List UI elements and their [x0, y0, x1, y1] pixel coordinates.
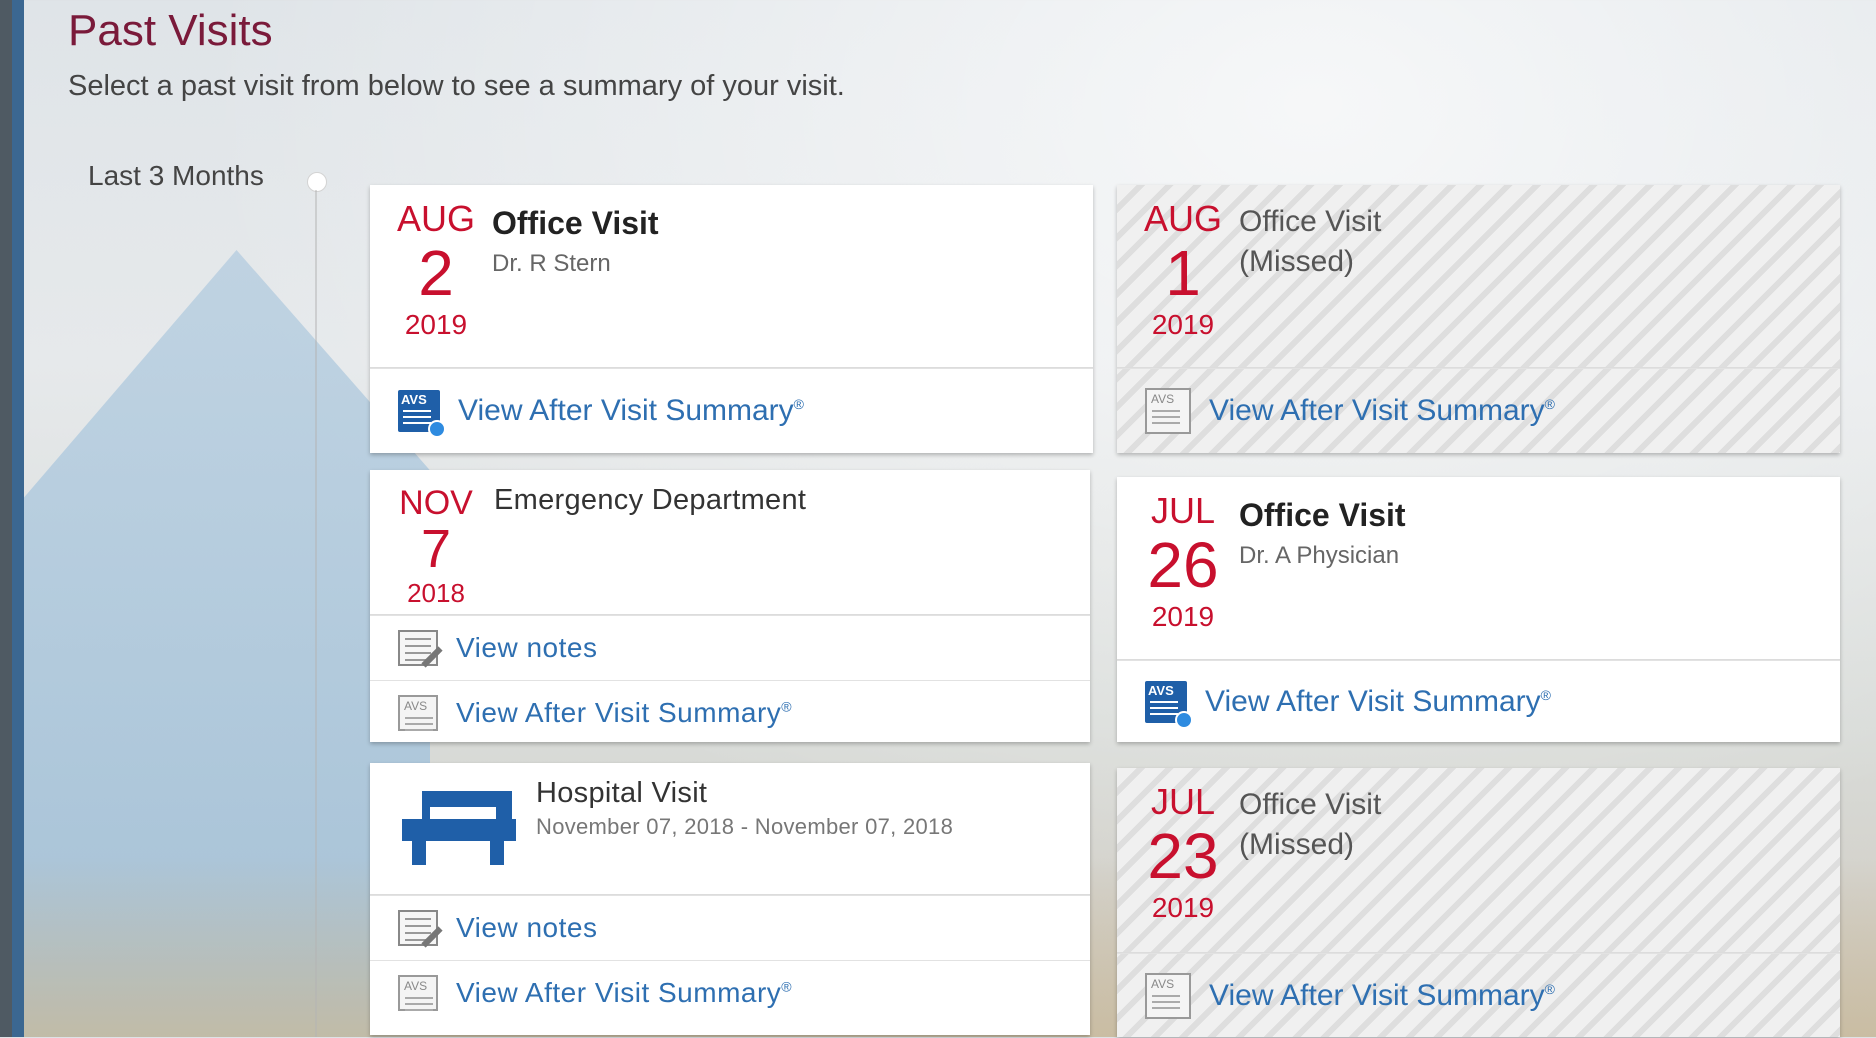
bed-icon — [402, 791, 516, 865]
registered-mark: ® — [1544, 396, 1555, 412]
timeline-line — [315, 190, 317, 1037]
visit-day: 26 — [1147, 529, 1219, 601]
avs-link-label: View After Visit Summary — [1205, 685, 1541, 718]
registered-mark: ® — [1544, 981, 1555, 997]
visit-date: AUG 1 2019 — [1141, 201, 1225, 339]
visit-month: JUL — [1150, 490, 1216, 531]
view-avs-link[interactable]: View After Visit Summary® — [1117, 368, 1840, 453]
view-notes-link[interactable]: View notes — [370, 615, 1090, 680]
registered-mark: ® — [781, 698, 793, 715]
notes-icon — [398, 910, 438, 946]
visit-date: AUG 2 2019 — [394, 201, 478, 339]
avs-link-label: View After Visit Summary — [456, 977, 782, 1008]
visit-month: AUG — [396, 198, 475, 239]
visit-year: 2018 — [407, 578, 465, 608]
missed-tag: (Missed) — [1239, 245, 1355, 278]
visit-card-aug-1-missed[interactable]: AUG 1 2019 Office Visit (Missed) View Af… — [1117, 185, 1840, 453]
visit-year: 2019 — [404, 309, 468, 340]
visit-provider: Dr. R Stern — [492, 250, 611, 277]
notes-link-label[interactable]: View notes — [456, 632, 597, 664]
view-avs-link[interactable]: View After Visit Summary® — [370, 960, 1090, 1025]
visit-year: 2019 — [1151, 309, 1215, 340]
visit-type[interactable]: Emergency Department — [494, 484, 806, 517]
page-subtitle: Select a past visit from below to see a … — [68, 70, 845, 102]
visit-type[interactable]: Hospital Visit — [536, 777, 953, 810]
visit-month: AUG — [1143, 198, 1222, 239]
registered-mark: ® — [1540, 687, 1551, 703]
visit-day: 23 — [1147, 820, 1219, 892]
visit-date: JUL 26 2019 — [1141, 493, 1225, 631]
view-avs-link[interactable]: View After Visit Summary® — [1117, 660, 1840, 743]
visit-day: 1 — [1165, 237, 1201, 309]
visit-month: JUL — [1150, 781, 1216, 822]
registered-mark: ® — [781, 978, 793, 995]
notes-link-label[interactable]: View notes — [456, 912, 597, 944]
visit-year: 2019 — [1151, 601, 1215, 632]
visit-date: JUL 23 2019 — [1141, 784, 1225, 922]
avs-icon-inactive — [398, 695, 438, 731]
left-edge-bar — [0, 0, 24, 1037]
visit-card-hospital[interactable]: Hospital Visit November 07, 2018 - Novem… — [370, 763, 1090, 1035]
missed-tag: (Missed) — [1239, 828, 1355, 861]
visit-year: 2019 — [1151, 892, 1215, 923]
visit-type: Office Visit — [1239, 788, 1382, 821]
view-avs-link[interactable]: View After Visit Summary® — [1117, 953, 1840, 1038]
view-avs-link[interactable]: View After Visit Summary® — [370, 680, 1090, 745]
visit-date: NOV 7 2018 — [394, 486, 478, 606]
view-avs-link[interactable]: View After Visit Summary® — [370, 368, 1093, 453]
avs-icon-inactive — [1145, 388, 1191, 434]
visit-provider: Dr. A Physician — [1239, 542, 1400, 569]
registered-mark: ® — [793, 396, 804, 412]
avs-icon-active — [398, 390, 446, 438]
visit-card-jul-23-missed[interactable]: JUL 23 2019 Office Visit (Missed) View A… — [1117, 768, 1840, 1037]
visit-month: NOV — [399, 484, 473, 522]
timeline-dot — [307, 172, 327, 192]
avs-icon-inactive — [398, 975, 438, 1011]
visit-type: Office Visit — [1239, 205, 1382, 238]
visit-card-aug-2[interactable]: AUG 2 2019 Office Visit Dr. R Stern View… — [370, 185, 1093, 453]
timeline-range-label: Last 3 Months — [88, 160, 264, 191]
avs-link-label: View After Visit Summary — [1209, 979, 1545, 1012]
visit-type[interactable]: Office Visit — [492, 205, 659, 242]
view-notes-link[interactable]: View notes — [370, 895, 1090, 960]
visit-day: 7 — [420, 519, 452, 579]
avs-link-label: View After Visit Summary — [456, 697, 782, 728]
avs-icon-active — [1145, 681, 1193, 729]
avs-link-label: View After Visit Summary — [458, 394, 794, 427]
visit-date-range: November 07, 2018 - November 07, 2018 — [536, 814, 954, 839]
visit-card-nov-7[interactable]: NOV 7 2018 Emergency Department View not… — [370, 470, 1090, 742]
avs-icon-inactive — [1145, 973, 1191, 1019]
page-title: Past Visits — [68, 6, 273, 55]
visit-day: 2 — [418, 237, 454, 309]
visit-type[interactable]: Office Visit — [1239, 497, 1406, 534]
notes-icon — [398, 630, 438, 666]
avs-link-label: View After Visit Summary — [1209, 394, 1545, 427]
visit-card-jul-26[interactable]: JUL 26 2019 Office Visit Dr. A Physician… — [1117, 477, 1840, 742]
